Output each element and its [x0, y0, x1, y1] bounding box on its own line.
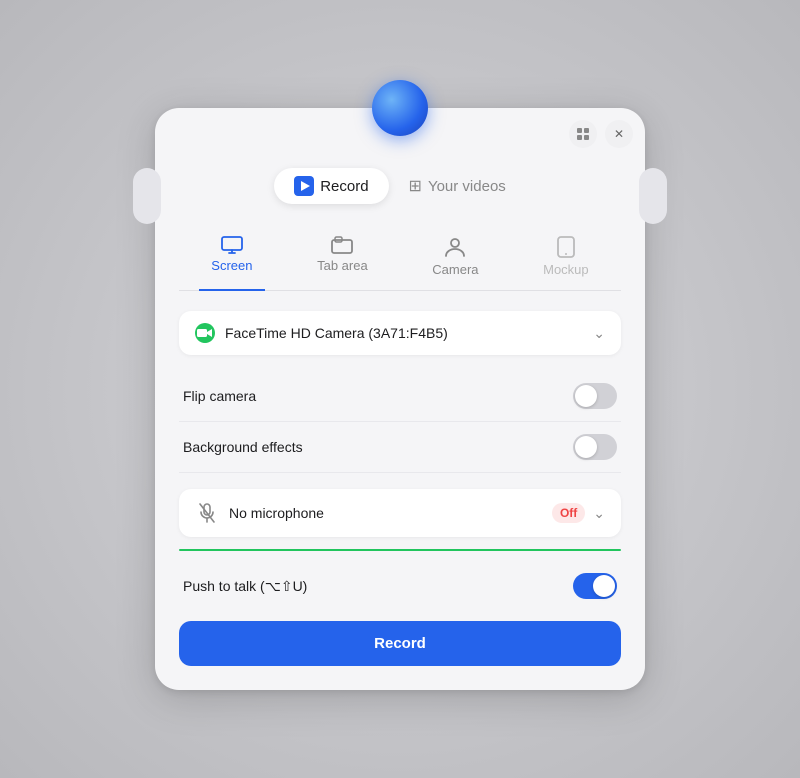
camera-active-indicator: [195, 323, 215, 343]
camera-person-icon: [444, 236, 466, 258]
close-button[interactable]: ✕: [605, 120, 633, 148]
your-videos-icon: ⊞: [409, 176, 422, 196]
mic-muted-icon: [195, 501, 219, 525]
screen-icon: [221, 236, 243, 254]
subtab-screen[interactable]: Screen: [199, 228, 264, 291]
microphone-chevron-icon: ⌄: [593, 505, 605, 522]
camera-selector[interactable]: FaceTime HD Camera (3A71:F4B5) ⌄: [179, 311, 621, 355]
background-effects-toggle[interactable]: [573, 434, 617, 460]
subtab-camera[interactable]: Camera: [420, 228, 490, 291]
subtab-mockup[interactable]: Mockup: [531, 228, 601, 291]
start-record-label: Record: [374, 635, 426, 652]
tab-your-videos[interactable]: ⊞ Your videos: [389, 168, 526, 204]
close-icon: ✕: [614, 127, 624, 141]
subtab-tab-area[interactable]: Tab area: [305, 228, 380, 291]
grid-icon[interactable]: [569, 120, 597, 148]
push-to-talk-row: Push to talk (⌥⇧U): [179, 563, 621, 609]
sub-tabs: Screen Tab area: [179, 228, 621, 291]
start-record-button[interactable]: Record: [179, 621, 621, 666]
tab-record[interactable]: Record: [274, 168, 388, 204]
side-handle-left: [133, 168, 161, 224]
microphone-label: No microphone: [229, 505, 552, 521]
flip-camera-row: Flip camera: [179, 371, 621, 422]
main-tabs: Record ⊞ Your videos: [179, 168, 621, 204]
content-area: FaceTime HD Camera (3A71:F4B5) ⌄ Flip ca…: [179, 291, 621, 666]
subtab-camera-label: Camera: [432, 262, 478, 277]
tab-area-icon: [331, 236, 353, 254]
push-to-talk-toggle[interactable]: [573, 573, 617, 599]
subtab-tab-area-label: Tab area: [317, 258, 368, 273]
flip-camera-toggle[interactable]: [573, 383, 617, 409]
panel-wrapper: ✕ Record ⊞ Your videos: [155, 108, 645, 690]
camera-label: FaceTime HD Camera (3A71:F4B5): [225, 325, 593, 341]
flip-camera-label: Flip camera: [183, 388, 573, 404]
main-panel: Record ⊞ Your videos Screen: [155, 108, 645, 690]
background-effects-row: Background effects: [179, 422, 621, 473]
background-effects-label: Background effects: [183, 439, 573, 455]
window-controls: ✕: [569, 120, 633, 148]
subtab-screen-label: Screen: [211, 258, 252, 273]
orb: [372, 80, 428, 136]
subtab-mockup-label: Mockup: [543, 262, 589, 277]
tab-your-videos-label: Your videos: [428, 178, 506, 195]
record-video-icon: [294, 176, 314, 196]
push-to-talk-label: Push to talk (⌥⇧U): [183, 578, 573, 595]
microphone-selector[interactable]: No microphone Off ⌄: [179, 489, 621, 537]
side-handle-right: [639, 168, 667, 224]
mockup-icon: [557, 236, 575, 258]
camera-chevron-icon: ⌄: [593, 325, 605, 342]
tab-record-label: Record: [320, 178, 368, 195]
microphone-status-badge: Off: [552, 503, 585, 523]
green-divider: [179, 549, 621, 551]
